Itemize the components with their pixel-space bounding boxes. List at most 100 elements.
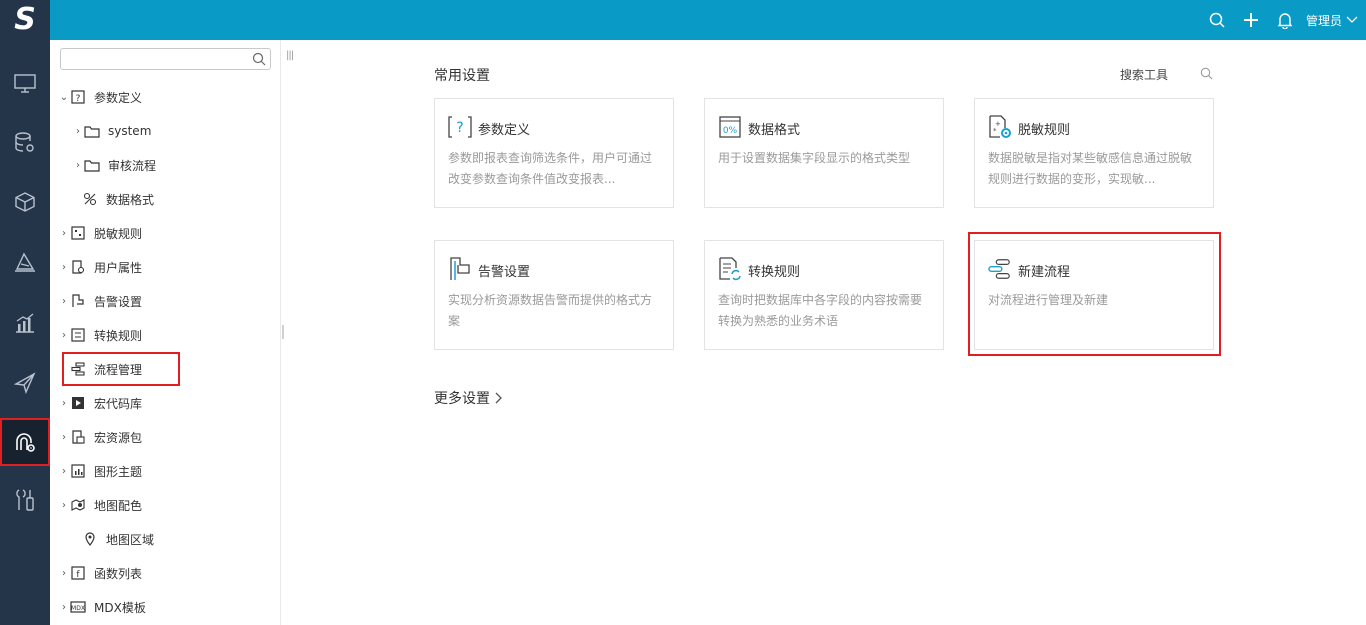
tree-node-map-color[interactable]: › 地图配色 (50, 490, 280, 520)
chevron-right-icon[interactable]: › (58, 466, 70, 477)
tree-node-macro-package[interactable]: › 宏资源包 (50, 422, 280, 452)
panel-resize-handle[interactable] (282, 325, 284, 339)
tree-node-user-attr[interactable]: › 用户属性 (50, 252, 280, 282)
user-attr-icon (70, 259, 86, 275)
tree-node-mdx-template[interactable]: › MDX MDX模板 (50, 592, 280, 622)
workflow-settings-icon[interactable] (0, 418, 50, 466)
tree-node-label: 数据格式 (106, 192, 155, 207)
chevron-right-icon[interactable]: › (58, 398, 70, 409)
chevron-right-icon[interactable]: › (58, 262, 70, 273)
card-new-flow[interactable]: 新建流程 对流程进行管理及新建 (974, 240, 1214, 350)
tree-node-label: 流程管理 (94, 362, 143, 377)
plus-icon[interactable] (1234, 0, 1268, 40)
layers-icon[interactable] (0, 240, 50, 284)
tree-node-label: 脱敏规则 (94, 226, 143, 241)
package-icon (70, 429, 86, 445)
search-icon[interactable] (1200, 67, 1213, 80)
percent-format-icon: 0% (718, 115, 742, 139)
settings-tree-panel: ⌄ ? 参数定义 › system › 审核流程 数据格式 › 脱敏规则 › 用… (50, 40, 281, 625)
chevron-down-icon (1346, 16, 1358, 23)
chevron-right-icon (495, 392, 502, 404)
tree-node-alert[interactable]: › 告警设置 (50, 286, 280, 316)
tree-node-convert[interactable]: › 转换规则 (50, 320, 280, 350)
search-icon[interactable] (252, 52, 266, 66)
chevron-right-icon[interactable]: › (72, 160, 84, 171)
more-settings-link[interactable]: 更多设置 (434, 388, 502, 408)
card-description: 查询时把数据库中各字段的内容按需要转换为熟悉的业务术语 (718, 293, 923, 328)
card-alert[interactable]: 告警设置 实现分析资源数据告警而提供的格式方案 (434, 240, 674, 350)
top-bar: S 管理员 (0, 0, 1366, 40)
tree-node-parameter[interactable]: ⌄ ? 参数定义 (50, 82, 280, 112)
chart-icon[interactable] (0, 301, 50, 345)
chevron-right-icon[interactable]: › (58, 568, 70, 579)
flow-icon (988, 257, 1012, 281)
tree-node-label: 审核流程 (108, 158, 157, 173)
tree-node-label: 图形主题 (94, 464, 143, 479)
folder-icon (84, 157, 100, 173)
card-data-format[interactable]: 0% 数据格式 用于设置数据集字段显示的格式类型 (704, 98, 944, 208)
chevron-down-icon[interactable]: ⌄ (58, 92, 70, 103)
card-description: 数据脱敏是指对某些敏感信息通过脱敏规则进行数据的变形，实现敏... (988, 151, 1193, 186)
card-title: 脱敏规则 (1018, 123, 1071, 138)
card-description: 参数即报表查询筛选条件，用户可通过改变参数查询条件值改变报表... (448, 151, 653, 186)
chevron-right-icon[interactable]: › (58, 330, 70, 341)
function-icon: f (70, 565, 86, 581)
panel-collapse-handle[interactable]: ||| (286, 50, 294, 61)
tree-node-macro-lib[interactable]: › 宏代码库 (50, 388, 280, 418)
search-tool-label[interactable]: 搜索工具 (1120, 66, 1168, 83)
tree-node-flow-management[interactable]: 流程管理 (62, 352, 180, 386)
cube-icon[interactable] (0, 180, 50, 224)
tree-node-label: MDX模板 (94, 600, 146, 615)
tree-node-label: 用户属性 (94, 260, 143, 275)
tree-node-system[interactable]: › system (50, 116, 280, 146)
chevron-right-icon[interactable]: › (58, 432, 70, 443)
flow-icon (70, 361, 86, 377)
more-settings-label: 更多设置 (434, 391, 490, 407)
tree-node-audit-flow[interactable]: › 审核流程 (50, 150, 280, 180)
flag-icon (70, 293, 86, 309)
card-convert[interactable]: 转换规则 查询时把数据库中各字段的内容按需要转换为熟悉的业务术语 (704, 240, 944, 350)
card-title: 转换规则 (748, 265, 801, 280)
parameter-icon: ? (70, 89, 86, 105)
card-title: 数据格式 (748, 123, 801, 138)
app-logo[interactable]: S (0, 0, 50, 40)
card-parameter[interactable]: ? 参数定义 参数即报表查询筛选条件，用户可通过改变参数查询条件值改变报表... (434, 98, 674, 208)
tree-node-label: 地图区域 (106, 532, 155, 547)
bell-icon[interactable] (1268, 0, 1302, 40)
card-title: 新建流程 (1018, 265, 1071, 280)
chevron-right-icon[interactable]: › (58, 228, 70, 239)
convert-icon (70, 327, 86, 343)
map-pin-icon (82, 531, 98, 547)
format-icon (82, 191, 98, 207)
svg-text:?: ? (76, 94, 81, 104)
card-title: 告警设置 (478, 265, 531, 280)
svg-text:*: * (993, 127, 997, 135)
chevron-right-icon[interactable]: › (58, 500, 70, 511)
macro-icon (70, 395, 86, 411)
card-masking[interactable]: + * 脱敏规则 数据脱敏是指对某些敏感信息通过脱敏规则进行数据的变形，实现敏..… (974, 98, 1214, 208)
svg-text:0%: 0% (723, 126, 738, 136)
tools-icon[interactable] (0, 478, 50, 522)
parameter-icon: ? (448, 115, 472, 139)
left-rail (0, 40, 50, 625)
chevron-right-icon[interactable]: › (58, 602, 70, 613)
search-icon[interactable] (1200, 0, 1234, 40)
tree-node-function-list[interactable]: › f 函数列表 (50, 558, 280, 588)
section-title: 常用设置 (434, 68, 490, 84)
mask-settings-icon: + * (988, 115, 1012, 139)
mdx-icon: MDX (70, 599, 86, 615)
tree-node-label: 宏代码库 (94, 396, 143, 411)
tree-node-masking[interactable]: › 脱敏规则 (50, 218, 280, 248)
monitor-icon[interactable] (0, 62, 50, 106)
tree-node-data-format[interactable]: 数据格式 (50, 184, 280, 214)
chevron-right-icon[interactable]: › (72, 126, 84, 137)
database-settings-icon[interactable] (0, 121, 50, 165)
tree-node-chart-theme[interactable]: › 图形主题 (50, 456, 280, 486)
svg-text:?: ? (456, 120, 463, 136)
user-menu[interactable]: 管理员 (1306, 12, 1358, 29)
tree-node-label: 告警设置 (94, 294, 143, 309)
chevron-right-icon[interactable]: › (58, 296, 70, 307)
tree-search-input[interactable] (65, 49, 245, 69)
tree-node-map-region[interactable]: 地图区域 (50, 524, 280, 554)
send-icon[interactable] (0, 361, 50, 405)
